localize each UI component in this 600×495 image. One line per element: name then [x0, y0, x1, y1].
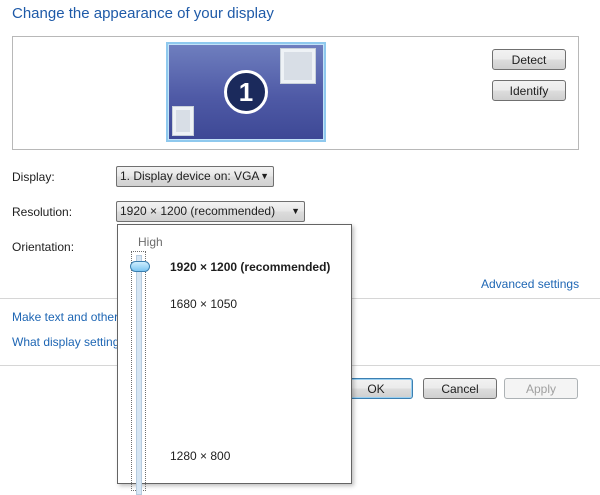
window-thumbnail-icon — [280, 48, 316, 84]
display-settings-help-link[interactable]: What display setting — [12, 335, 119, 349]
resolution-option[interactable]: 1920 × 1200 (recommended) — [170, 260, 330, 274]
cancel-button[interactable]: Cancel — [423, 378, 497, 399]
apply-button[interactable]: Apply — [504, 378, 578, 399]
page-title: Change the appearance of your display — [12, 5, 274, 22]
detect-button[interactable]: Detect — [492, 49, 566, 70]
resolution-option[interactable]: 1680 × 1050 — [170, 297, 237, 311]
chevron-down-icon: ▼ — [260, 171, 269, 181]
advanced-settings-link[interactable]: Advanced settings — [481, 277, 579, 291]
monitor-1-thumbnail[interactable]: 1 — [166, 42, 326, 142]
resolution-label: Resolution: — [12, 205, 73, 219]
display-select[interactable]: 1. Display device on: VGA ▼ — [116, 166, 274, 187]
display-label: Display: — [12, 170, 55, 184]
resolution-select[interactable]: 1920 × 1200 (recommended) ▼ — [116, 201, 305, 222]
monitor-number-badge: 1 — [224, 70, 268, 114]
chevron-down-icon: ▼ — [291, 206, 300, 216]
resolution-option[interactable]: 1280 × 800 — [170, 449, 230, 463]
display-select-value: 1. Display device on: VGA — [120, 169, 260, 183]
resolution-select-value: 1920 × 1200 (recommended) — [120, 204, 276, 218]
identify-button[interactable]: Identify — [492, 80, 566, 101]
orientation-label: Orientation: — [12, 240, 75, 254]
window-thumbnail-icon — [172, 106, 194, 136]
resolution-dropdown: High 1920 × 1200 (recommended) 1680 × 10… — [117, 224, 352, 495]
make-text-larger-link[interactable]: Make text and other — [12, 310, 118, 324]
resolution-slider-thumb[interactable] — [130, 261, 150, 272]
high-label: High — [138, 235, 163, 249]
resolution-slider-track[interactable] — [136, 255, 142, 495]
